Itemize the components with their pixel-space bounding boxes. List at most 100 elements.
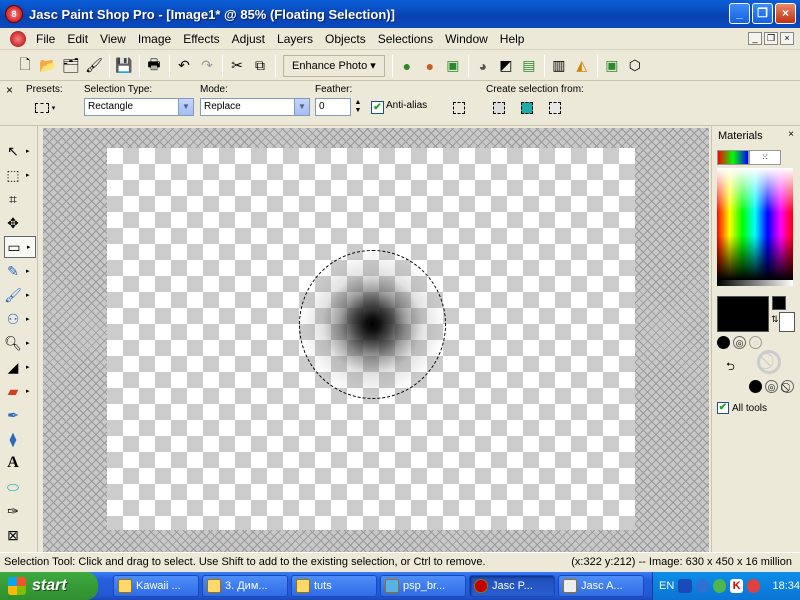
paint-brush-tool[interactable]: 🖌 ▸	[4, 284, 36, 306]
foreground-swatch[interactable]	[717, 296, 769, 332]
menu-image[interactable]: Image	[132, 29, 177, 49]
background-mini-swatch[interactable]	[772, 296, 786, 310]
open-icon[interactable]: 📂	[37, 55, 59, 77]
bg-gradient-mode-icon[interactable]: ◎	[765, 380, 778, 393]
background-swatch[interactable]	[779, 312, 795, 332]
swap-materials-icon[interactable]: ⮌	[726, 358, 735, 377]
menu-window[interactable]: Window	[439, 29, 494, 49]
document-icon[interactable]	[10, 30, 26, 47]
red-eye-icon[interactable]: ●	[396, 55, 418, 77]
menu-help[interactable]: Help	[494, 29, 531, 49]
tab-swatches[interactable]: ⁙	[749, 150, 781, 165]
copy-icon[interactable]: ⧉	[249, 55, 271, 77]
menu-file[interactable]: File	[30, 29, 61, 49]
taskbar-item[interactable]: tuts	[291, 575, 377, 597]
menu-effects[interactable]: Effects	[177, 29, 225, 49]
rainbow-icon[interactable]: ◭	[571, 55, 593, 77]
transparent-icon[interactable]: ⃠	[757, 350, 781, 374]
close-palette-icon[interactable]: ×	[6, 83, 13, 97]
text-tool[interactable]: A	[4, 452, 36, 474]
tab-frame-spectrum[interactable]	[717, 150, 749, 165]
portrait-icon[interactable]: ●	[419, 55, 441, 77]
feather-spinner[interactable]: ▲ ▼	[352, 98, 364, 116]
antialias-checkbox[interactable]: ✔	[371, 101, 384, 114]
feather-input[interactable]: 0	[315, 98, 351, 116]
swap-colors-icon[interactable]: ⇅	[771, 314, 779, 325]
minimize-button[interactable]: _	[729, 3, 750, 24]
deformation-tool[interactable]: ⊠	[4, 524, 36, 546]
histogram-icon[interactable]: ▥	[548, 55, 570, 77]
sphere-icon[interactable]: ◕	[472, 55, 494, 77]
picture-tube-tool[interactable]: ✒	[4, 404, 36, 426]
selection-tool-group[interactable]: ⬚ ▸	[4, 164, 36, 186]
doc-close-button[interactable]: ×	[780, 32, 794, 45]
back-icon[interactable]	[678, 579, 692, 593]
color-mode-icon[interactable]	[717, 336, 730, 349]
color-spectrum[interactable]	[717, 168, 793, 280]
bg-transparent-icon[interactable]: ⃠	[781, 380, 794, 393]
taskbar-item[interactable]: Kawaii ...	[113, 575, 199, 597]
image-icon[interactable]: ▣	[601, 55, 623, 77]
language-indicator[interactable]: EN	[659, 580, 674, 592]
doc-restore-button[interactable]: ❐	[764, 32, 778, 45]
all-tools-checkbox[interactable]: ✔	[717, 402, 729, 414]
menu-objects[interactable]: Objects	[319, 29, 372, 49]
browse-icon[interactable]: 🗂	[60, 55, 82, 77]
greyscale-strip[interactable]	[717, 280, 793, 286]
cube-icon[interactable]: ⬡	[624, 55, 646, 77]
presets-dropdown[interactable]: ▾	[30, 99, 60, 117]
restore-button[interactable]: ❐	[752, 3, 773, 24]
menu-adjust[interactable]: Adjust	[226, 29, 271, 49]
undo-icon[interactable]: ↶	[173, 55, 195, 77]
save-icon[interactable]: 💾	[113, 55, 135, 77]
dropper-tool[interactable]: ✎ ▸	[4, 260, 36, 282]
pen-tool[interactable]: ✑	[4, 500, 36, 522]
taskbar-item-active[interactable]: Jasc P...	[469, 575, 555, 597]
security-icon[interactable]	[747, 579, 761, 593]
close-icon[interactable]: ×	[788, 129, 794, 140]
landscape-icon[interactable]: ▣	[442, 55, 464, 77]
zoom-tool[interactable]: 🔍︎ ▸	[4, 332, 36, 354]
redo-icon[interactable]: ↷	[196, 55, 218, 77]
pattern-mode-icon[interactable]: ◌	[749, 336, 762, 349]
selection-tool[interactable]: ▭ ▸	[4, 236, 36, 258]
antivirus-icon[interactable]: K	[729, 579, 744, 593]
new-icon[interactable]: 🗋	[14, 55, 36, 77]
taskbar-item[interactable]: 3. Дим...	[202, 575, 288, 597]
pointer-tool[interactable]: ↖ ▸	[4, 140, 36, 162]
taskbar-item[interactable]: Jasc A...	[558, 575, 644, 597]
menu-view[interactable]: View	[94, 29, 132, 49]
taskbar-item[interactable]: psp_br...	[380, 575, 466, 597]
airbrush-tool[interactable]: ⧫	[4, 428, 36, 450]
select-from-layer-icon[interactable]	[490, 99, 508, 117]
menu-edit[interactable]: Edit	[61, 29, 94, 49]
menu-layers[interactable]: Layers	[271, 29, 319, 49]
selection-type-select[interactable]: Rectangle ▼	[84, 98, 194, 116]
move-tool[interactable]: ✥	[4, 212, 36, 234]
cut-icon[interactable]: ✂	[226, 55, 248, 77]
edit-selection-icon[interactable]	[450, 99, 468, 117]
mode-select[interactable]: Replace ▼	[200, 98, 310, 116]
select-from-all-layers-icon[interactable]	[518, 99, 536, 117]
photo-frame-icon[interactable]: ▤	[518, 55, 540, 77]
close-button[interactable]: ×	[775, 3, 796, 24]
enhance-photo-button[interactable]: Enhance Photo ▾	[283, 54, 385, 77]
gradient-mode-icon[interactable]: ◎	[733, 336, 746, 349]
crop-tool[interactable]: ⌗	[4, 188, 36, 210]
bg-color-mode-icon[interactable]	[749, 380, 762, 393]
network-icon[interactable]	[695, 579, 709, 593]
menu-selections[interactable]: Selections	[372, 29, 439, 49]
contrast-icon[interactable]: ◩	[495, 55, 517, 77]
start-button[interactable]: start	[0, 572, 98, 600]
clone-tool[interactable]: ⚇ ▸	[4, 308, 36, 330]
doc-minimize-button[interactable]: _	[748, 32, 762, 45]
scan-icon[interactable]: 🖌	[83, 55, 105, 77]
fill-tool[interactable]: ◢ ▸	[4, 356, 36, 378]
preset-shape-tool[interactable]: ⬭	[4, 476, 36, 498]
eraser-tool[interactable]: ▰ ▸	[4, 380, 36, 402]
all-tools-option[interactable]: ✔ All tools	[717, 402, 767, 414]
clock[interactable]: 18:34	[772, 580, 800, 592]
selection-marquee[interactable]	[299, 250, 446, 399]
select-from-canvas-icon[interactable]	[546, 99, 564, 117]
messenger-icon[interactable]	[712, 579, 726, 593]
